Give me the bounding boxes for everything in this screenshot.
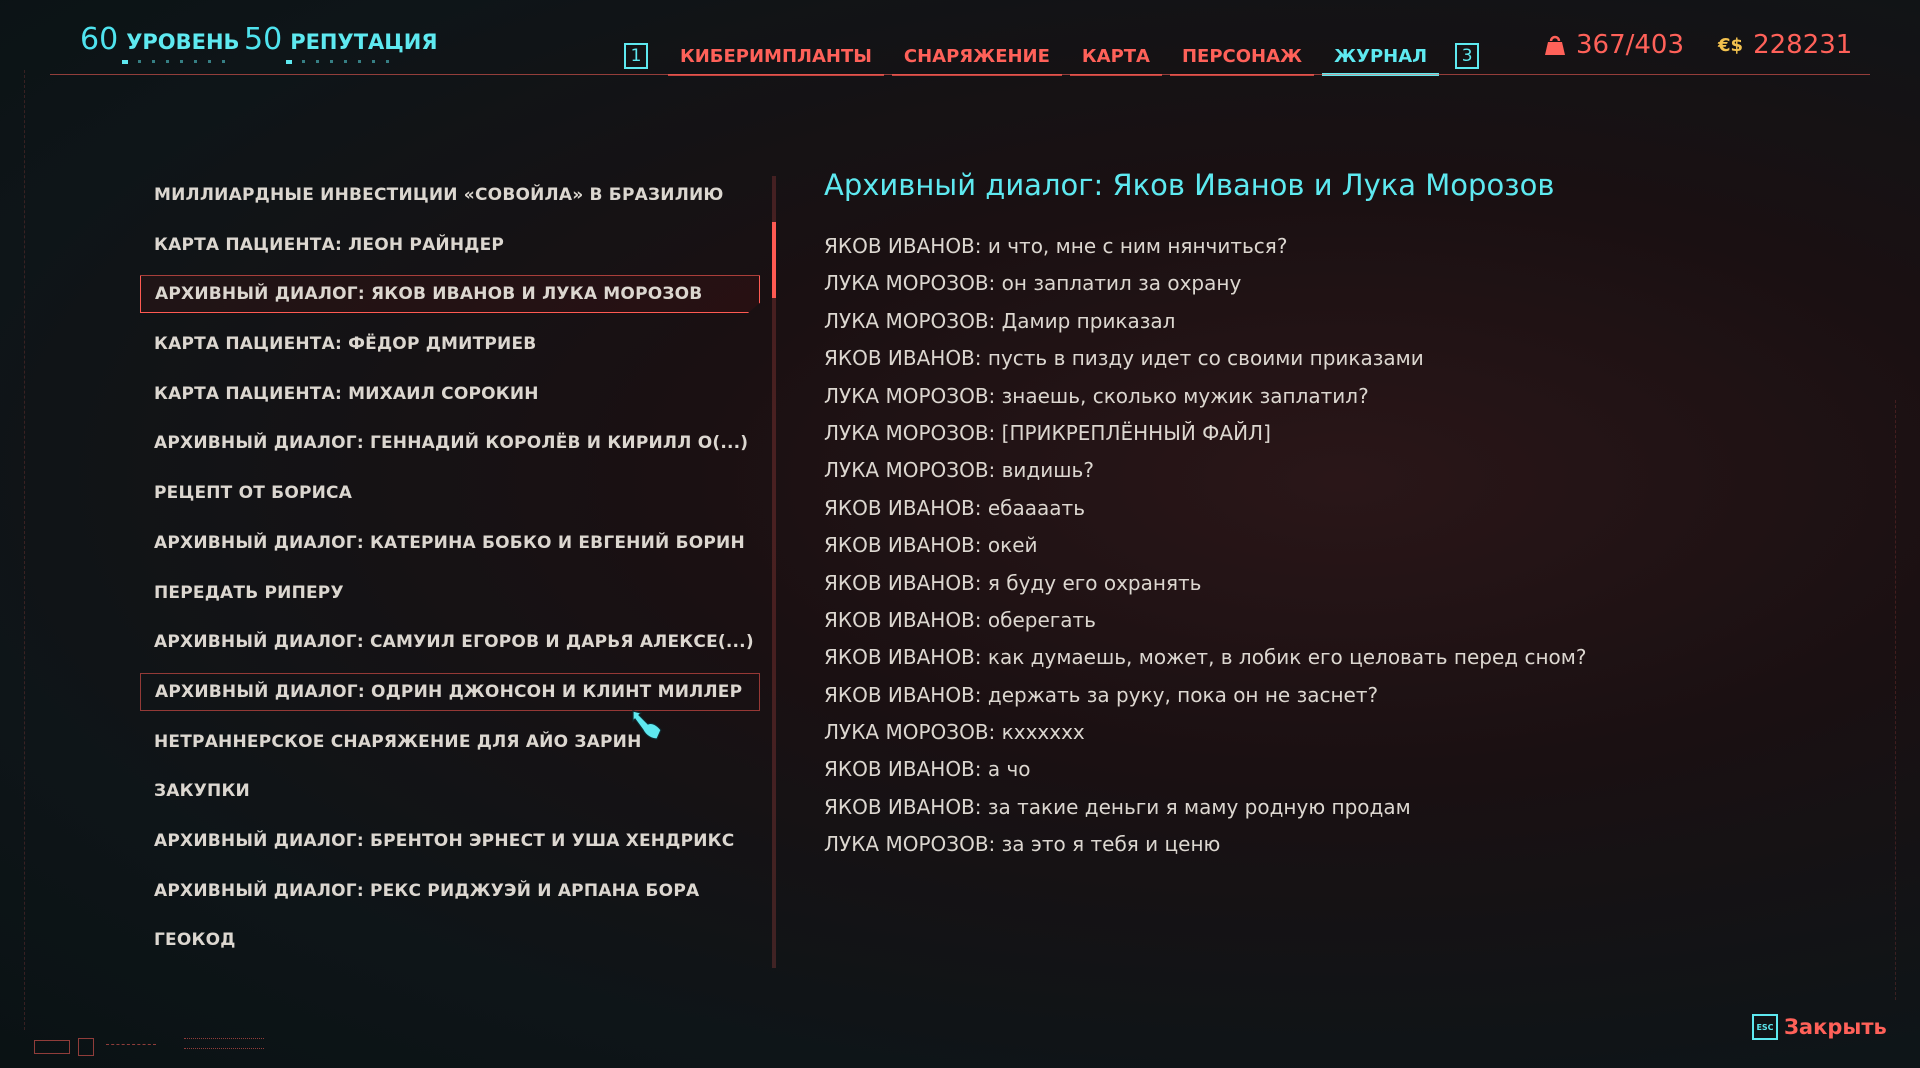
dialog-line: ЯКОВ ИВАНОВ: как думаешь, может, в лобик…: [824, 645, 1587, 670]
list-item[interactable]: АРХИВНЫЙ ДИАЛОГ: ГЕННАДИЙ КОРОЛЁВ И КИРИ…: [140, 424, 760, 462]
left-edge-decoration: [10, 70, 25, 1030]
journal-detail: Архивный диалог: Яков Иванов и Лука Моро…: [824, 168, 1834, 864]
list-item[interactable]: КАРТА ПАЦИЕНТА: МИХАИЛ СОРОКИН: [140, 375, 760, 413]
list-item[interactable]: АРХИВНЫЙ ДИАЛОГ: РЕКС РИДЖУЭЙ И АРПАНА Б…: [140, 872, 760, 910]
close-label: Закрыть: [1784, 1015, 1887, 1039]
main-nav: 1 КИБЕРИМПЛАНТЫ СНАРЯЖЕНИЕ КАРТА ПЕРСОНА…: [624, 36, 1480, 76]
dialog-line: ЛУКА МОРОЗОВ: за это я тебя и ценю: [824, 832, 1221, 857]
level-label: УРОВЕНЬ: [126, 30, 240, 54]
dialog-line: ЯКОВ ИВАНОВ: окей: [824, 533, 1038, 558]
level-stat: 60 УРОВЕНЬ: [80, 22, 240, 57]
list-item[interactable]: НЕТРАННЕРСКОЕ СНАРЯЖЕНИЕ ДЛЯ АЙО ЗАРИН: [140, 723, 760, 761]
tab-inventory[interactable]: СНАРЯЖЕНИЕ: [891, 36, 1062, 76]
top-bar: 60 УРОВЕНЬ 50 РЕПУТАЦИЯ 1 КИБЕРИМПЛАНТЫ …: [0, 0, 1920, 78]
eurodollar-icon: €$: [1718, 34, 1744, 56]
list-item[interactable]: РЕЦЕПТ ОТ БОРИСА: [140, 474, 760, 512]
reputation-value: 50: [244, 22, 283, 57]
dialog-line: ЯКОВ ИВАНОВ: за такие деньги я маму родн…: [824, 794, 1411, 819]
bottom-left-hud-decoration: [34, 1034, 294, 1058]
prev-tab-key[interactable]: 1: [624, 43, 648, 69]
dialog-line: ЯКОВ ИВАНОВ: и что, мне с ним нянчиться?: [824, 234, 1288, 258]
tab-cyberware[interactable]: КИБЕРИМПЛАНТЫ: [668, 36, 884, 76]
list-item-selected[interactable]: АРХИВНЫЙ ДИАЛОГ: ЯКОВ ИВАНОВ И ЛУКА МОРО…: [140, 275, 760, 314]
reputation-label: РЕПУТАЦИЯ: [290, 30, 438, 54]
reputation-stat: 50 РЕПУТАЦИЯ: [244, 22, 438, 57]
list-item[interactable]: ГЕОКОД: [140, 921, 760, 959]
weight-icon: [1545, 35, 1565, 55]
list-item[interactable]: КАРТА ПАЦИЕНТА: ФЁДОР ДМИТРИЕВ: [140, 325, 760, 363]
right-edge-decoration: [1895, 400, 1910, 1000]
esc-key-icon: ESC: [1752, 1014, 1778, 1040]
journal-entry-list: МИЛЛИАРДНЫЕ ИНВЕСТИЦИИ «СОВОЙЛА» В БРАЗИ…: [140, 176, 760, 971]
tab-map[interactable]: КАРТА: [1069, 36, 1163, 76]
dialog-line: ЯКОВ ИВАНОВ: оберегать: [824, 607, 1096, 632]
hand-cursor-icon: [632, 710, 662, 740]
next-tab-key[interactable]: 3: [1455, 43, 1480, 69]
list-item[interactable]: АРХИВНЫЙ ДИАЛОГ: БРЕНТОН ЭРНЕСТ И УША ХЕ…: [140, 822, 760, 860]
dialog-line: ЛУКА МОРОЗОВ: он заплатил за охрану: [824, 271, 1242, 296]
list-scrollbar-thumb[interactable]: [772, 222, 776, 298]
level-value: 60: [80, 22, 119, 57]
carry-weight-value: 367/403: [1576, 30, 1685, 60]
list-item[interactable]: ПЕРЕДАТЬ РИПЕРУ: [140, 574, 760, 612]
dialog-line: ЯКОВ ИВАНОВ: ебаааать: [824, 495, 1085, 520]
list-item[interactable]: ЗАКУПКИ: [140, 772, 760, 810]
dialog-lines: ЯКОВ ИВАНОВ: и что, мне с ним нянчиться?…: [824, 228, 1834, 864]
close-button[interactable]: ESC Закрыть: [1752, 1014, 1887, 1040]
dialog-line: ЯКОВ ИВАНОВ: пусть в пизду идет со своим…: [824, 346, 1424, 371]
money: €$ 228231: [1718, 30, 1852, 60]
money-value: 228231: [1753, 30, 1853, 60]
dialog-line: ЯКОВ ИВАНОВ: а чо: [824, 757, 1031, 782]
carry-weight: 367/403: [1544, 30, 1684, 60]
list-item-hovered[interactable]: АРХИВНЫЙ ДИАЛОГ: ОДРИН ДЖОНСОН И КЛИНТ М…: [140, 672, 760, 711]
list-item[interactable]: АРХИВНЫЙ ДИАЛОГ: КАТЕРИНА БОБКО И ЕВГЕНИ…: [140, 524, 760, 562]
dialog-line: ЛУКА МОРОЗОВ: видишь?: [824, 458, 1094, 483]
tab-character[interactable]: ПЕРСОНАЖ: [1169, 36, 1315, 76]
detail-title: Архивный диалог: Яков Иванов и Лука Моро…: [824, 168, 1555, 202]
dialog-line: ЯКОВ ИВАНОВ: держать за руку, пока он не…: [824, 682, 1379, 707]
list-item[interactable]: АРХИВНЫЙ ДИАЛОГ: САМУИЛ ЕГОРОВ И ДАРЬЯ А…: [140, 623, 760, 661]
dialog-line: ЛУКА МОРОЗОВ: кхххххх: [824, 720, 1085, 745]
dialog-line: ЛУКА МОРОЗОВ: знаешь, сколько мужик запл…: [824, 383, 1369, 408]
dialog-line: ЛУКА МОРОЗОВ: [ПРИКРЕПЛЁННЫЙ ФАЙЛ]: [824, 420, 1271, 445]
dialog-line: ЛУКА МОРОЗОВ: Дамир приказал: [824, 308, 1176, 333]
tab-journal[interactable]: ЖУРНАЛ: [1322, 36, 1440, 76]
dialog-line: ЯКОВ ИВАНОВ: я буду его охранять: [824, 570, 1202, 595]
list-item[interactable]: МИЛЛИАРДНЫЕ ИНВЕСТИЦИИ «СОВОЙЛА» В БРАЗИ…: [140, 176, 760, 214]
header-divider: [50, 74, 1870, 75]
list-item[interactable]: КАРТА ПАЦИЕНТА: ЛЕОН РАЙНДЕР: [140, 226, 760, 264]
